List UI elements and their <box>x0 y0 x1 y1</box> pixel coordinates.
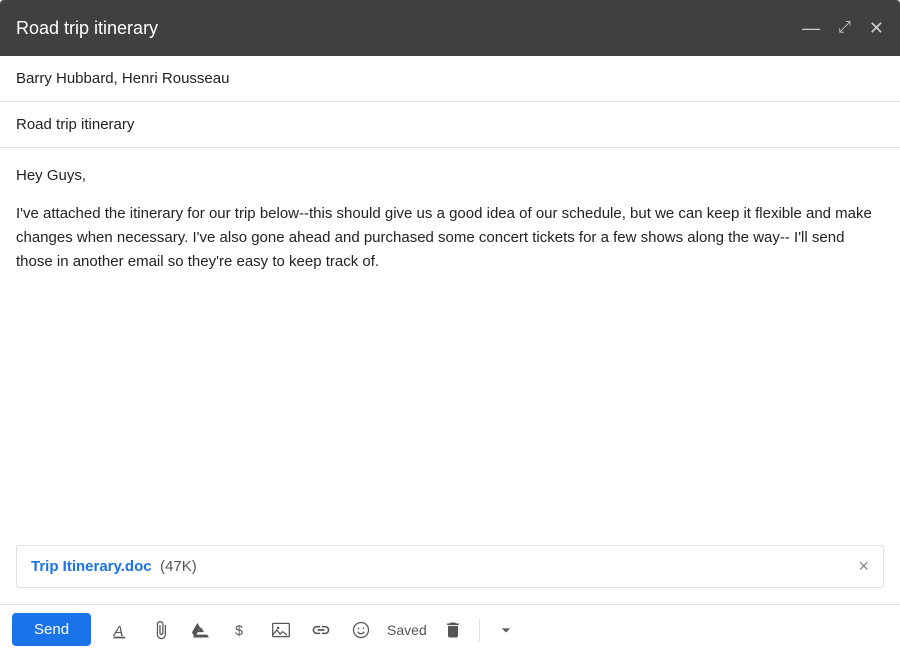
title-controls: — ⤢ ✕ <box>802 18 884 39</box>
compose-window: Road trip itinerary — ⤢ ✕ Barry Hubbard,… <box>0 0 900 654</box>
body-main: I've attached the itinerary for our trip… <box>16 202 880 274</box>
title-bar: Road trip itinerary — ⤢ ✕ <box>0 0 900 56</box>
subject-value: Road trip itinerary <box>16 116 134 133</box>
google-drive-icon[interactable] <box>183 614 219 646</box>
delete-icon[interactable] <box>435 614 471 646</box>
attachment-info: Trip Itinerary.doc (47K) <box>31 558 197 576</box>
attachment-row: Trip Itinerary.doc (47K) × <box>16 545 884 588</box>
attach-file-icon[interactable] <box>143 614 179 646</box>
close-button[interactable]: ✕ <box>869 18 884 39</box>
to-value: Barry Hubbard, Henri Rousseau <box>16 70 229 87</box>
to-field[interactable]: Barry Hubbard, Henri Rousseau <box>0 56 900 102</box>
insert-link-icon[interactable] <box>303 614 339 646</box>
dollar-sign-icon[interactable]: $ <box>223 614 259 646</box>
body-area: Hey Guys, I've attached the itinerary fo… <box>0 148 900 604</box>
window-title: Road trip itinerary <box>16 18 158 39</box>
attachment-name[interactable]: Trip Itinerary.doc <box>31 558 152 575</box>
send-button[interactable]: Send <box>12 613 91 646</box>
toolbar-separator <box>479 618 480 642</box>
attachment-remove-button[interactable]: × <box>858 556 869 577</box>
insert-photo-icon[interactable] <box>263 614 299 646</box>
body-text[interactable]: Hey Guys, I've attached the itinerary fo… <box>0 148 900 545</box>
toolbar: Send A $ <box>0 604 900 654</box>
format-text-icon[interactable]: A <box>103 614 139 646</box>
attachment-size: (47K) <box>160 558 197 575</box>
insert-emoji-icon[interactable] <box>343 614 379 646</box>
body-greeting: Hey Guys, <box>16 164 880 188</box>
svg-text:$: $ <box>235 623 243 639</box>
more-options-button[interactable] <box>488 614 524 646</box>
minimize-button[interactable]: — <box>802 18 820 39</box>
saved-status: Saved <box>383 616 431 644</box>
subject-field[interactable]: Road trip itinerary <box>0 102 900 148</box>
expand-button[interactable]: ⤢ <box>838 19 851 37</box>
